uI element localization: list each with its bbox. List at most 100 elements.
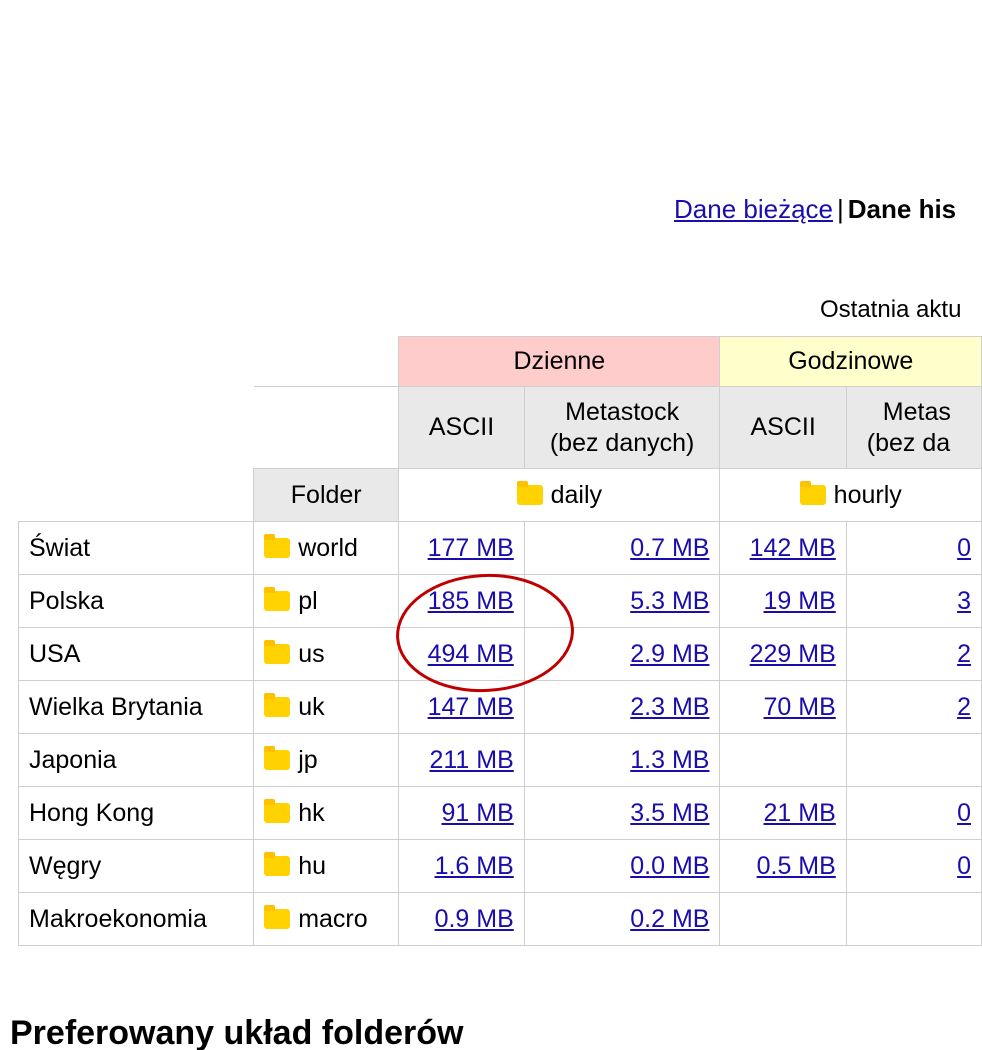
- hourly-ascii-cell: 21 MB: [719, 786, 847, 840]
- daily-metastock-download-link[interactable]: 2.3 MB: [630, 693, 709, 721]
- market-name-cell: Makroekonomia: [17, 892, 255, 946]
- hourly-metastock-cell: 2: [845, 680, 982, 734]
- market-name: Wielka Brytania: [29, 692, 203, 721]
- daily-ascii-cell: 177 MB: [398, 521, 525, 575]
- folder-cell: us: [253, 627, 400, 681]
- folder-name: pl: [298, 586, 318, 615]
- daily-ascii-download-link[interactable]: 1.6 MB: [435, 852, 514, 880]
- table-row: Japonia jp 211 MB 1.3 MB: [17, 733, 982, 787]
- folder-header-row: Folder daily hourly: [18, 468, 982, 522]
- folder-icon: [264, 745, 291, 770]
- hourly-metastock-download-link[interactable]: 3: [957, 587, 971, 615]
- folder-name: us: [298, 639, 325, 668]
- hourly-ascii-download-link[interactable]: 21 MB: [764, 799, 836, 827]
- daily-ascii-download-link[interactable]: 185 MB: [428, 587, 514, 615]
- daily-folder-name: daily: [550, 480, 603, 509]
- last-update-label: Ostatnia aktu: [820, 296, 962, 323]
- daily-metastock-download-link[interactable]: 3.5 MB: [630, 799, 709, 827]
- hourly-metastock-cell: 0: [845, 521, 982, 575]
- daily-ascii-header: ASCII: [398, 386, 525, 469]
- table-row: Hong Kong hk 91 MB 3.5 MB 21 MB 0: [17, 786, 982, 840]
- daily-metastock-cell: 0.0 MB: [523, 839, 721, 893]
- daily-ascii-download-link[interactable]: 494 MB: [428, 640, 514, 668]
- daily-metastock-cell: 2.9 MB: [523, 627, 721, 681]
- daily-metastock-cell: 0.2 MB: [523, 892, 721, 946]
- table-row: Węgry hu 1.6 MB 0.0 MB 0.5 MB 0: [17, 839, 982, 893]
- daily-ascii-download-link[interactable]: 211 MB: [429, 746, 513, 774]
- hourly-metastock-cell: 0: [845, 839, 982, 893]
- hourly-ascii-download-link[interactable]: 229 MB: [750, 640, 836, 668]
- table-row: Świat world 177 MB 0.7 MB 142 MB 0: [17, 521, 982, 575]
- daily-ascii-download-link[interactable]: 147 MB: [428, 693, 514, 721]
- hourly-ascii-cell: 70 MB: [719, 680, 847, 734]
- daily-metastock-download-link[interactable]: 5.3 MB: [630, 587, 709, 615]
- hourly-ascii-download-link[interactable]: 19 MB: [764, 587, 836, 615]
- folder-cell: hu: [253, 839, 400, 893]
- hourly-ascii-download-link[interactable]: 0.5 MB: [757, 852, 836, 880]
- hourly-ascii-header: ASCII: [719, 386, 847, 469]
- empty-cell: [253, 386, 400, 469]
- daily-ascii-download-link[interactable]: 177 MB: [428, 534, 514, 562]
- hourly-metastock-cell: 3: [845, 574, 982, 628]
- folder-icon: [264, 639, 291, 664]
- hourly-ascii-cell: [719, 892, 847, 946]
- table-row: Makroekonomia macro 0.9 MB 0.2 MB: [17, 892, 982, 946]
- page: Dane bieżące | Dane his Ostatnia aktu Dzie…: [0, 0, 982, 1050]
- hourly-metastock-download-link[interactable]: 0: [957, 799, 971, 827]
- hourly-ascii-download-link[interactable]: 142 MB: [750, 534, 836, 562]
- daily-ascii-download-link[interactable]: 91 MB: [442, 799, 514, 827]
- market-name: Świat: [29, 533, 91, 562]
- daily-ascii-cell: 1.6 MB: [398, 839, 525, 893]
- market-name-cell: USA: [17, 627, 255, 681]
- market-name-cell: Polska: [17, 574, 255, 628]
- market-name: USA: [29, 639, 81, 668]
- daily-metastock-cell: 3.5 MB: [523, 786, 721, 840]
- folder-column-header: Folder: [253, 468, 400, 522]
- nav-separator: |: [837, 194, 844, 224]
- hourly-ascii-cell: [719, 733, 847, 787]
- empty-cell: [19, 387, 254, 469]
- daily-ascii-cell: 91 MB: [398, 786, 525, 840]
- hourly-metastock-download-link[interactable]: 0: [957, 852, 971, 880]
- daily-metastock-download-link[interactable]: 2.9 MB: [630, 640, 709, 668]
- folder-icon: [264, 851, 291, 876]
- hourly-ascii-cell: 229 MB: [719, 627, 847, 681]
- section-heading: Preferowany układ folderów: [10, 1014, 464, 1050]
- folder-icon: [264, 692, 291, 717]
- hourly-metastock-download-link[interactable]: 2: [957, 640, 971, 668]
- daily-metastock-cell: 5.3 MB: [523, 574, 721, 628]
- folder-icon: [264, 586, 291, 611]
- hourly-ascii-cell: 19 MB: [719, 574, 847, 628]
- hourly-ascii-download-link[interactable]: 70 MB: [764, 693, 836, 721]
- market-name: Makroekonomia: [29, 904, 207, 933]
- daily-metastock-download-link[interactable]: 1.3 MB: [630, 746, 709, 774]
- daily-metastock-download-link[interactable]: 0.2 MB: [630, 905, 709, 933]
- daily-metastock-download-link[interactable]: 0.7 MB: [630, 534, 709, 562]
- table-row: USA us 494 MB 2.9 MB 229 MB 2: [17, 627, 982, 681]
- metastock-header-line2: (bez danych): [549, 428, 695, 457]
- data-nav: Dane bieżące | Dane his: [674, 194, 956, 225]
- daily-ascii-cell: 185 MB: [398, 574, 525, 628]
- market-name-cell: Japonia: [17, 733, 255, 787]
- hourly-folder-name: hourly: [833, 480, 902, 509]
- folder-name: hu: [298, 851, 327, 880]
- hourly-metastock-download-link[interactable]: 2: [957, 693, 971, 721]
- folder-name: world: [298, 533, 358, 562]
- folder-cell: hk: [253, 786, 400, 840]
- subheader-row: ASCII Metastock (bez danych) ASCII Metas…: [19, 386, 982, 469]
- current-data-link[interactable]: Dane bieżące: [674, 194, 833, 224]
- hourly-metastock-cell: [845, 733, 982, 787]
- hourly-metastock-download-link[interactable]: 0: [957, 534, 971, 562]
- hourly-metastock-cell: 0: [845, 786, 982, 840]
- group-header-row: Dzienne Godzinowe: [19, 336, 982, 387]
- hourly-folder-cell: hourly: [719, 468, 982, 522]
- daily-metastock-download-link[interactable]: 0.0 MB: [630, 852, 709, 880]
- folder-icon: [264, 533, 291, 558]
- hourly-metastock-cell: [845, 892, 982, 946]
- daily-ascii-cell: 211 MB: [398, 733, 525, 787]
- folder-name: macro: [298, 904, 368, 933]
- daily-ascii-cell: 0.9 MB: [398, 892, 525, 946]
- daily-ascii-download-link[interactable]: 0.9 MB: [435, 905, 514, 933]
- empty-cell: [253, 336, 400, 387]
- market-name: Polska: [29, 586, 105, 615]
